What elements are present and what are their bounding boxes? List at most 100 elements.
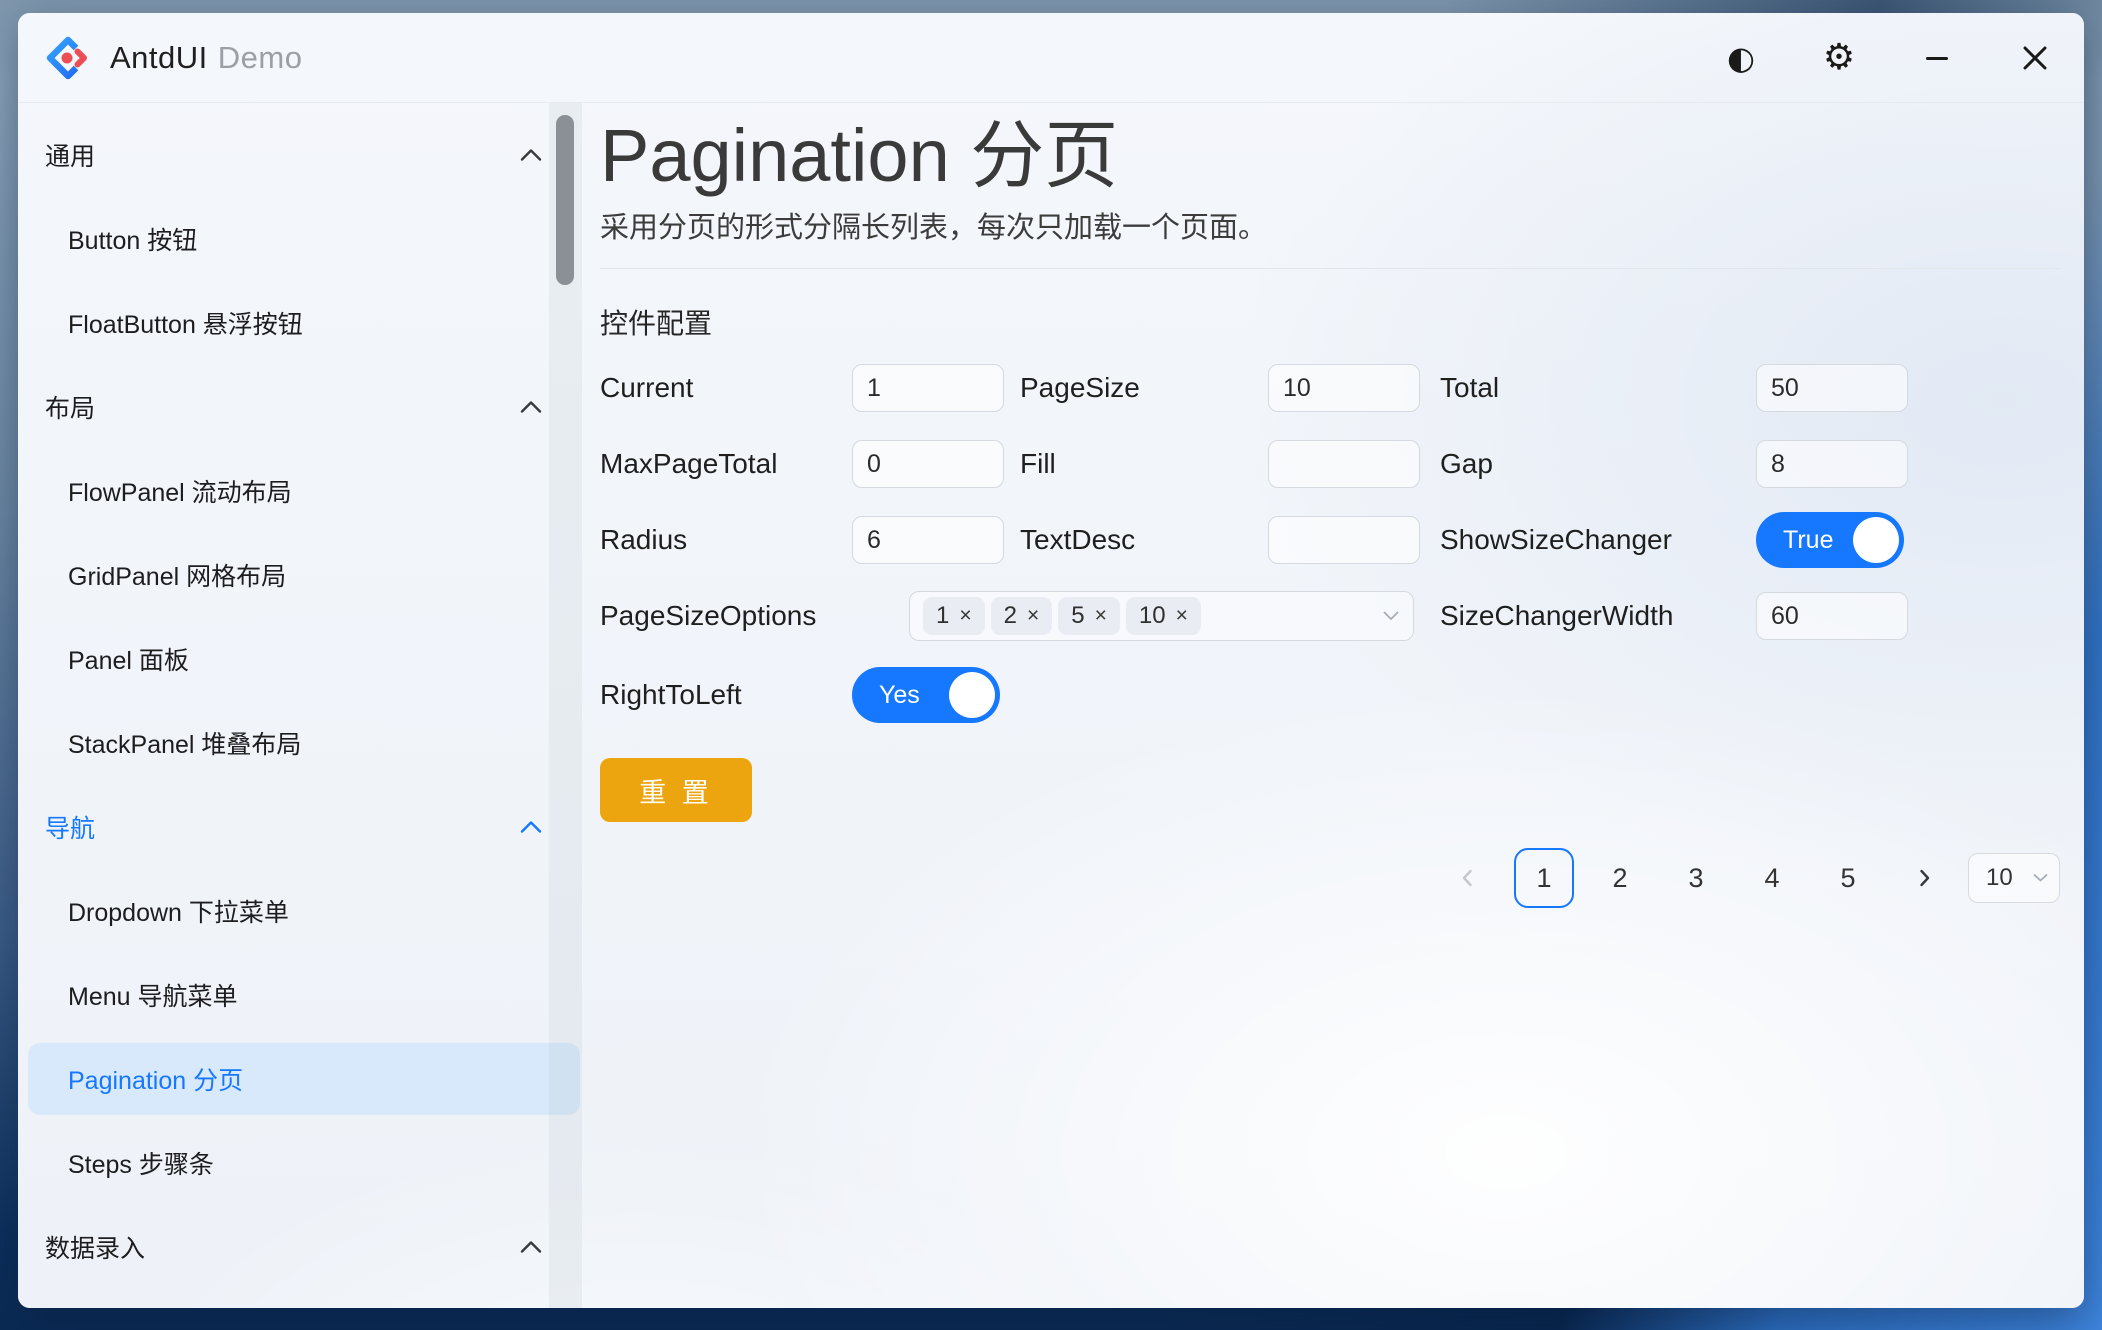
sidebar-item-label: Dropdown 下拉菜单 <box>18 893 289 929</box>
page-subtitle: 采用分页的形式分隔长列表，每次只加载一个页面。 <box>600 204 2060 246</box>
sidebar-group-label: 数据录入 <box>18 1229 145 1265</box>
pagination-page-4[interactable]: 4 <box>1742 848 1802 908</box>
sidebar-group-data-entry[interactable]: 数据录入 <box>18 1205 582 1289</box>
total-input[interactable] <box>1756 364 1908 412</box>
pagesizeoptions-select[interactable]: 1× 2× 5× 10× <box>909 591 1414 641</box>
tag-remove-icon[interactable]: × <box>1027 604 1039 628</box>
radius-input[interactable] <box>852 516 1004 564</box>
sidebar-item-label: Menu 导航菜单 <box>18 977 237 1013</box>
divider <box>600 268 2060 269</box>
main-content: Pagination 分页 采用分页的形式分隔长列表，每次只加载一个页面。 控件… <box>582 103 2084 1308</box>
reset-button[interactable]: 重 置 <box>600 758 752 822</box>
pagination-demo: 1 2 3 4 5 10 <box>600 848 2060 908</box>
pagination-page-1[interactable]: 1 <box>1514 848 1574 908</box>
theme-toggle-button[interactable]: ◐ <box>1717 34 1765 82</box>
sidebar-group-general[interactable]: 通用 <box>18 113 582 197</box>
chevron-down-icon <box>1383 611 1399 621</box>
titlebar: AntdUIDemo ◐ ⚙ <box>18 13 2084 103</box>
pagination-page-3[interactable]: 3 <box>1666 848 1726 908</box>
gap-label: Gap <box>1440 448 1756 480</box>
gear-icon: ⚙ <box>1823 40 1855 76</box>
sidebar-item-label: Pagination 分页 <box>18 1061 243 1097</box>
page-size-select[interactable]: 10 <box>1968 853 2060 903</box>
config-section-title: 控件配置 <box>600 302 2060 342</box>
minimize-button[interactable] <box>1913 34 1961 82</box>
tag-value: 2 <box>1004 602 1017 630</box>
pagesize-option-tag[interactable]: 5× <box>1058 597 1120 635</box>
sidebar-item-dropdown[interactable]: Dropdown 下拉菜单 <box>18 869 582 953</box>
pagination-prev-button[interactable] <box>1438 848 1498 908</box>
righttoleft-toggle[interactable]: Yes <box>852 667 1000 723</box>
pagesize-option-tag[interactable]: 1× <box>923 597 985 635</box>
chevron-up-icon <box>520 149 542 162</box>
maxpagetotal-label: MaxPageTotal <box>600 448 852 480</box>
showsizechanger-label: ShowSizeChanger <box>1440 524 1756 556</box>
close-button[interactable] <box>2011 34 2059 82</box>
sidebar-item-label: Button 按钮 <box>18 221 197 257</box>
pagesize-label: PageSize <box>1020 372 1268 404</box>
theme-half-circle-icon: ◐ <box>1727 42 1755 74</box>
sidebar-scrollbar-thumb[interactable] <box>556 115 574 285</box>
gap-input[interactable] <box>1756 440 1908 488</box>
sidebar: 通用 Button 按钮 FloatButton 悬浮按钮 布局 FlowP <box>18 103 582 1308</box>
chevron-right-icon <box>1914 868 1934 888</box>
toggle-state-label: True <box>1783 526 1833 555</box>
sidebar-item-label: Steps 步骤条 <box>18 1145 214 1181</box>
chevron-up-icon <box>520 1241 542 1254</box>
pagesize-input[interactable] <box>1268 364 1420 412</box>
tag-remove-icon[interactable]: × <box>959 604 971 628</box>
page-title: Pagination 分页 <box>600 115 2060 196</box>
current-label: Current <box>600 372 852 404</box>
sidebar-group-label: 导航 <box>18 809 95 845</box>
textdesc-input[interactable] <box>1268 516 1420 564</box>
sidebar-item-label: FlowPanel 流动布局 <box>18 473 292 509</box>
sidebar-group-label: 通用 <box>18 137 95 173</box>
chevron-up-icon <box>520 821 542 834</box>
page-size-value: 10 <box>1986 864 2013 892</box>
sidebar-item-panel[interactable]: Panel 面板 <box>18 617 582 701</box>
pagination-next-button[interactable] <box>1894 848 1954 908</box>
sidebar-group-layout[interactable]: 布局 <box>18 365 582 449</box>
fill-input[interactable] <box>1268 440 1420 488</box>
sidebar-item-pagination[interactable]: Pagination 分页 <box>18 1037 582 1121</box>
sidebar-group-label: 布局 <box>18 389 95 425</box>
sidebar-item-steps[interactable]: Steps 步骤条 <box>18 1121 582 1205</box>
chevron-left-icon <box>1458 868 1478 888</box>
total-label: Total <box>1440 372 1756 404</box>
pagesize-option-tag[interactable]: 10 × <box>1126 597 1201 635</box>
pagination-page-5[interactable]: 5 <box>1818 848 1878 908</box>
sidebar-item-gridpanel[interactable]: GridPanel 网格布局 <box>18 533 582 617</box>
config-form: Current PageSize Total MaxPageTotal Fill <box>600 350 2060 736</box>
showsizechanger-toggle[interactable]: True <box>1756 512 1904 568</box>
desktop-background: AntdUIDemo ◐ ⚙ <box>0 0 2102 1330</box>
tag-value: 10 <box>1139 602 1166 630</box>
radius-label: Radius <box>600 524 852 556</box>
current-input[interactable] <box>852 364 1004 412</box>
tag-remove-icon[interactable]: × <box>1176 604 1188 628</box>
sidebar-item-menu[interactable]: Menu 导航菜单 <box>18 953 582 1037</box>
app-subtitle: Demo <box>218 40 303 75</box>
sidebar-item-stackpanel[interactable]: StackPanel 堆叠布局 <box>18 701 582 785</box>
tag-value: 1 <box>936 602 949 630</box>
toggle-state-label: Yes <box>879 681 920 710</box>
sizechangerwidth-label: SizeChangerWidth <box>1440 600 1756 632</box>
sidebar-item-button[interactable]: Button 按钮 <box>18 197 582 281</box>
maxpagetotal-input[interactable] <box>852 440 1004 488</box>
sizechangerwidth-input[interactable] <box>1756 592 1908 640</box>
minimize-icon <box>1922 43 1952 73</box>
sidebar-scrollbar-track[interactable] <box>549 103 582 1308</box>
sidebar-item-label: FloatButton 悬浮按钮 <box>18 305 303 341</box>
sidebar-group-navigation[interactable]: 导航 <box>18 785 582 869</box>
pagesizeoptions-label: PageSizeOptions <box>600 600 909 632</box>
chevron-up-icon <box>520 401 542 414</box>
sidebar-item-flowpanel[interactable]: FlowPanel 流动布局 <box>18 449 582 533</box>
app-title: AntdUIDemo <box>110 40 302 76</box>
tag-value: 5 <box>1071 602 1084 630</box>
pagination-page-2[interactable]: 2 <box>1590 848 1650 908</box>
close-icon <box>2020 43 2050 73</box>
tag-remove-icon[interactable]: × <box>1095 604 1107 628</box>
sidebar-item-floatbutton[interactable]: FloatButton 悬浮按钮 <box>18 281 582 365</box>
pagesize-option-tag[interactable]: 2× <box>991 597 1053 635</box>
toggle-knob <box>949 672 995 718</box>
settings-button[interactable]: ⚙ <box>1815 34 1863 82</box>
